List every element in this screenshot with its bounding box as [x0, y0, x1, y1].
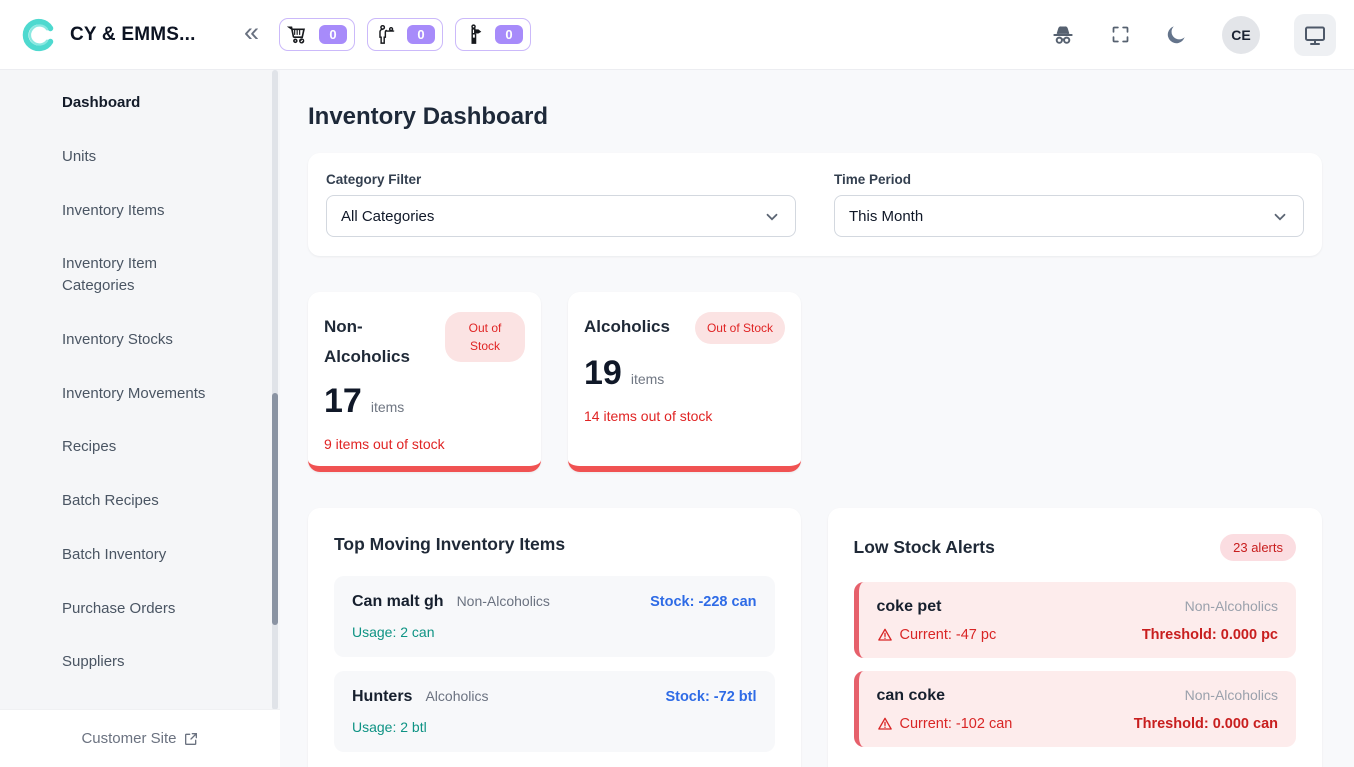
sidebar-item[interactable]: Inventory Item Categories — [0, 237, 280, 313]
counter-badge: 0 — [407, 25, 435, 44]
time-period-filter: Time Period This Month — [834, 172, 1304, 237]
external-link-icon — [183, 731, 199, 747]
item-stock: Stock: -228 can — [650, 594, 756, 610]
stat-item-unit: items — [631, 371, 664, 387]
chevron-down-icon — [1271, 208, 1289, 226]
counter-button[interactable]: 0 — [367, 18, 443, 51]
category-filter-select[interactable]: All Categories — [326, 195, 796, 237]
sidebar-item[interactable]: Batch Recipes — [0, 474, 280, 528]
header-counters: 0 0 0 — [279, 18, 531, 51]
category-filter: Category Filter All Categories — [326, 172, 796, 237]
top-moving-title: Top Moving Inventory Items — [334, 534, 565, 555]
category-stat-cards: Non-Alcoholics Out of Stock 17 items 9 i… — [308, 292, 1322, 472]
sidebar-footer: Customer Site — [0, 710, 280, 767]
user-avatar[interactable]: CE — [1222, 16, 1260, 54]
category-stat-card[interactable]: Alcoholics Out of Stock 19 items 14 item… — [568, 292, 801, 472]
alert-threshold-text: Threshold: 0.000 pc — [1142, 627, 1278, 643]
sidebar-item[interactable]: Inventory Movements — [0, 367, 280, 421]
item-stock: Stock: -72 btl — [665, 689, 756, 705]
brand-title: CY & EMMS... — [70, 24, 196, 46]
page-title: Inventory Dashboard — [308, 103, 1322, 131]
counter-badge: 0 — [319, 25, 347, 44]
sidebar-item[interactable]: Inventory Stocks — [0, 313, 280, 367]
top-moving-panel: Top Moving Inventory Items Can malt gh N… — [308, 508, 801, 767]
sidebar-scrollbar-thumb[interactable] — [272, 393, 278, 625]
low-stock-panel: Low Stock Alerts 23 alerts coke pet Non-… — [828, 508, 1323, 767]
alert-item-category: Non-Alcoholics — [1185, 687, 1278, 703]
alert-threshold-text: Threshold: 0.000 can — [1134, 716, 1278, 732]
sidebar-item[interactable]: Suppliers — [0, 635, 280, 689]
stat-item-count: 17 — [324, 382, 362, 421]
customer-site-link[interactable]: Customer Site — [81, 730, 198, 747]
low-stock-item[interactable]: can coke Non-Alcoholics — [854, 671, 1297, 747]
sidebar-item[interactable]: Inventory Items — [0, 184, 280, 238]
delivery-person-icon — [463, 23, 486, 46]
sidebar-item[interactable]: Dashboard — [0, 76, 280, 130]
waiter-icon — [375, 23, 398, 46]
low-stock-list: coke pet Non-Alcoholics — [854, 582, 1297, 747]
category-stat-card[interactable]: Non-Alcoholics Out of Stock 17 items 9 i… — [308, 292, 541, 472]
stat-card-title: Non-Alcoholics — [324, 312, 437, 372]
sidebar-item[interactable]: Recipes — [0, 420, 280, 474]
sidebar-collapse-button[interactable]: « — [244, 19, 259, 46]
top-header: CY & EMMS... « 0 0 0 — [0, 0, 1354, 70]
counter-button[interactable]: 0 — [455, 18, 531, 51]
filters-card: Category Filter All Categories Time Peri… — [308, 153, 1322, 256]
warning-triangle-icon — [877, 716, 893, 732]
brand-logo-icon — [20, 16, 58, 54]
alert-current-text: Current: -102 can — [900, 716, 1013, 732]
stat-out-of-stock-text: 9 items out of stock — [324, 436, 525, 452]
monitor-icon — [1303, 23, 1327, 47]
sidebar-item[interactable]: Reports — [0, 689, 280, 710]
counter-badge: 0 — [495, 25, 523, 44]
chevron-down-icon — [763, 208, 781, 226]
sidebar-item[interactable]: Purchase Orders — [0, 582, 280, 636]
category-filter-label: Category Filter — [326, 172, 796, 187]
display-settings-button[interactable] — [1294, 14, 1336, 56]
item-category: Alcoholics — [425, 688, 488, 704]
incognito-icon[interactable] — [1050, 22, 1076, 48]
cart-check-icon — [287, 23, 310, 46]
alert-item-name: can coke — [877, 687, 945, 705]
alert-item-category: Non-Alcoholics — [1185, 598, 1278, 614]
alert-current: Current: -102 can — [877, 716, 1013, 732]
low-stock-title: Low Stock Alerts — [854, 537, 995, 558]
sidebar: Dashboard Units Inventory Items Inventor… — [0, 70, 280, 767]
out-of-stock-badge: Out of Stock — [695, 312, 785, 344]
sidebar-nav: Dashboard Units Inventory Items Inventor… — [0, 70, 280, 710]
out-of-stock-badge: Out of Stock — [445, 312, 525, 362]
top-moving-list: Can malt gh Non-Alcoholics Stock: -228 c… — [334, 576, 775, 752]
alert-current: Current: -47 pc — [877, 627, 997, 643]
sidebar-item[interactable]: Units — [0, 130, 280, 184]
time-period-label: Time Period — [834, 172, 1304, 187]
stat-out-of-stock-text: 14 items out of stock — [584, 408, 785, 424]
alerts-count-badge: 23 alerts — [1220, 534, 1296, 561]
dark-mode-moon-icon[interactable] — [1165, 23, 1188, 46]
stat-card-title: Alcoholics — [584, 312, 670, 342]
brand[interactable]: CY & EMMS... — [20, 16, 236, 54]
stat-item-unit: items — [371, 399, 404, 415]
top-moving-item[interactable]: Hunters Alcoholics Stock: -72 btl Usage:… — [334, 671, 775, 752]
alert-item-name: coke pet — [877, 598, 942, 616]
main-content: Inventory Dashboard Category Filter All … — [280, 70, 1354, 767]
top-moving-item[interactable]: Can malt gh Non-Alcoholics Stock: -228 c… — [334, 576, 775, 657]
stat-item-count: 19 — [584, 354, 622, 393]
item-name: Hunters — [352, 688, 412, 706]
counter-button[interactable]: 0 — [279, 18, 355, 51]
time-period-value: This Month — [849, 208, 923, 225]
fullscreen-icon[interactable] — [1110, 24, 1131, 45]
item-usage: Usage: 2 can — [352, 624, 757, 640]
sidebar-item[interactable]: Batch Inventory — [0, 528, 280, 582]
item-category: Non-Alcoholics — [457, 593, 550, 609]
category-filter-value: All Categories — [341, 208, 434, 225]
warning-triangle-icon — [877, 627, 893, 643]
low-stock-item[interactable]: coke pet Non-Alcoholics — [854, 582, 1297, 658]
item-name: Can malt gh — [352, 593, 444, 611]
item-usage: Usage: 2 btl — [352, 719, 757, 735]
time-period-select[interactable]: This Month — [834, 195, 1304, 237]
alert-current-text: Current: -47 pc — [900, 627, 997, 643]
